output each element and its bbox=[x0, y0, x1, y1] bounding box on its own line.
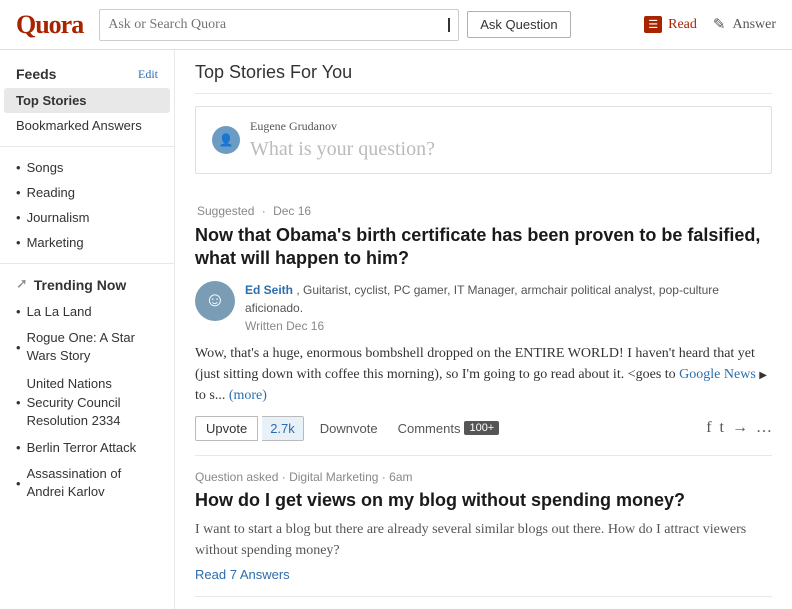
feeds-label: Feeds bbox=[16, 66, 56, 82]
story2-meta-dot: · bbox=[282, 470, 289, 484]
content: Top Stories For You 👤 Eugene Grudanov Wh… bbox=[175, 50, 792, 609]
facebook-icon[interactable]: f bbox=[706, 419, 711, 437]
main-layout: Feeds Edit Top Stories Bookmarked Answer… bbox=[0, 50, 792, 609]
sidebar-item-reading[interactable]: Reading bbox=[0, 180, 174, 205]
story1-written: Written Dec 16 bbox=[245, 319, 324, 333]
story1-text: Wow, that's a huge, enormous bombshell d… bbox=[195, 343, 772, 406]
sidebar-divider-1 bbox=[0, 146, 174, 147]
share-icon[interactable]: → bbox=[732, 419, 748, 437]
trending-header: ➚ Trending Now bbox=[0, 272, 174, 299]
trending-label: Trending Now bbox=[34, 277, 127, 293]
story2-meta-question: Question asked bbox=[195, 470, 278, 484]
header: Quora Ask Question ☰ Read ✎ Answer bbox=[0, 0, 792, 50]
nav-answer[interactable]: ✎ Answer bbox=[713, 15, 776, 34]
story1-meta-dot: · bbox=[262, 204, 269, 218]
section-title: Top Stories For You bbox=[195, 62, 772, 94]
feeds-edit-link[interactable]: Edit bbox=[138, 67, 158, 82]
story2-read-link[interactable]: Read 7 Answers bbox=[195, 567, 772, 582]
story1-title[interactable]: Now that Obama's birth certificate has b… bbox=[195, 224, 772, 271]
avatar-icon: 👤 bbox=[219, 133, 234, 148]
story1-author-row: ☺ Ed Seith , Guitarist, cyclist, PC game… bbox=[195, 281, 772, 335]
story1-meta: Suggested · Dec 16 bbox=[195, 204, 772, 218]
search-bar[interactable] bbox=[99, 9, 459, 41]
story2-meta-time: 6am bbox=[389, 470, 412, 484]
ask-box-placeholder: What is your question? bbox=[250, 138, 755, 161]
ask-box[interactable]: 👤 Eugene Grudanov What is your question? bbox=[195, 106, 772, 174]
header-nav: ☰ Read ✎ Answer bbox=[644, 15, 776, 34]
story1-text-end: to s... bbox=[195, 388, 225, 403]
story1-text-link[interactable]: Google News bbox=[679, 367, 756, 382]
story1-text-start: Wow, that's a huge, enormous bombshell d… bbox=[195, 346, 755, 382]
twitter-icon[interactable]: t bbox=[720, 419, 724, 437]
story-card-2: Question asked · Digital Marketing · 6am… bbox=[195, 456, 772, 597]
story2-meta-topic: Digital Marketing bbox=[289, 470, 378, 484]
trending-item-rogueone[interactable]: Rogue One: A Star Wars Story bbox=[0, 324, 174, 370]
story1-actions: Upvote 2.7k Downvote Comments 100+ f t →… bbox=[195, 416, 772, 441]
story-card-1: Suggested · Dec 16 Now that Obama's birt… bbox=[195, 190, 772, 456]
story1-author-name[interactable]: Ed Seith bbox=[245, 283, 293, 297]
story1-comments-count: 100+ bbox=[464, 421, 499, 435]
sidebar-item-top-stories[interactable]: Top Stories bbox=[4, 88, 170, 113]
story1-comments-button[interactable]: Comments 100+ bbox=[390, 417, 508, 440]
story2-title[interactable]: How do I get views on my blog without sp… bbox=[195, 490, 772, 511]
story2-text: I want to start a blog but there are alr… bbox=[195, 519, 772, 561]
story1-more-link[interactable]: (more) bbox=[229, 388, 267, 403]
read-icon: ☰ bbox=[644, 16, 662, 33]
ask-box-avatar: 👤 bbox=[212, 126, 240, 154]
story1-upvote-count: 2.7k bbox=[262, 416, 304, 441]
logo[interactable]: Quora bbox=[16, 10, 83, 40]
story1-external-icon: ▶ bbox=[759, 370, 767, 381]
trending-item-karlov[interactable]: Assassination of Andrei Karlov bbox=[0, 460, 174, 506]
story2-meta: Question asked · Digital Marketing · 6am bbox=[195, 470, 772, 484]
sidebar-item-songs[interactable]: Songs bbox=[0, 155, 174, 180]
story1-title-link[interactable]: Now that Obama's birth certificate has b… bbox=[195, 225, 760, 268]
avatar-person-icon: ☺ bbox=[205, 289, 225, 312]
more-options-icon[interactable]: … bbox=[756, 419, 772, 437]
story1-upvote-button[interactable]: Upvote bbox=[195, 416, 258, 441]
ask-question-button[interactable]: Ask Question bbox=[467, 11, 570, 38]
story1-share-actions: f t → … bbox=[706, 419, 772, 437]
sidebar: Feeds Edit Top Stories Bookmarked Answer… bbox=[0, 50, 175, 609]
trending-item-unresolution[interactable]: United Nations Security Council Resoluti… bbox=[0, 370, 174, 435]
nav-read[interactable]: ☰ Read bbox=[644, 16, 697, 33]
ask-box-content: Eugene Grudanov What is your question? bbox=[250, 119, 755, 161]
sidebar-item-marketing[interactable]: Marketing bbox=[0, 230, 174, 255]
story1-author-avatar: ☺ bbox=[195, 281, 235, 321]
story1-author-desc: Guitarist, cyclist, PC gamer, IT Manager… bbox=[245, 283, 719, 315]
sidebar-item-bookmarked[interactable]: Bookmarked Answers bbox=[0, 113, 174, 138]
trending-item-berlin[interactable]: Berlin Terror Attack bbox=[0, 435, 174, 460]
story1-comments-label: Comments bbox=[398, 421, 461, 436]
feeds-header: Feeds Edit bbox=[0, 62, 174, 88]
story1-author-info: Ed Seith , Guitarist, cyclist, PC gamer,… bbox=[245, 281, 772, 335]
trending-item-lalaland[interactable]: La La Land bbox=[0, 299, 174, 324]
cursor bbox=[448, 18, 450, 32]
trending-icon: ➚ bbox=[16, 276, 28, 293]
story1-meta-suggested: Suggested bbox=[197, 204, 254, 218]
ask-box-username: Eugene Grudanov bbox=[250, 119, 755, 134]
sidebar-divider-2 bbox=[0, 263, 174, 264]
search-input[interactable] bbox=[108, 17, 447, 33]
story1-meta-date: Dec 16 bbox=[273, 204, 311, 218]
story1-downvote-button[interactable]: Downvote bbox=[312, 417, 386, 440]
sidebar-item-journalism[interactable]: Journalism bbox=[0, 205, 174, 230]
answer-icon: ✎ bbox=[713, 15, 726, 34]
